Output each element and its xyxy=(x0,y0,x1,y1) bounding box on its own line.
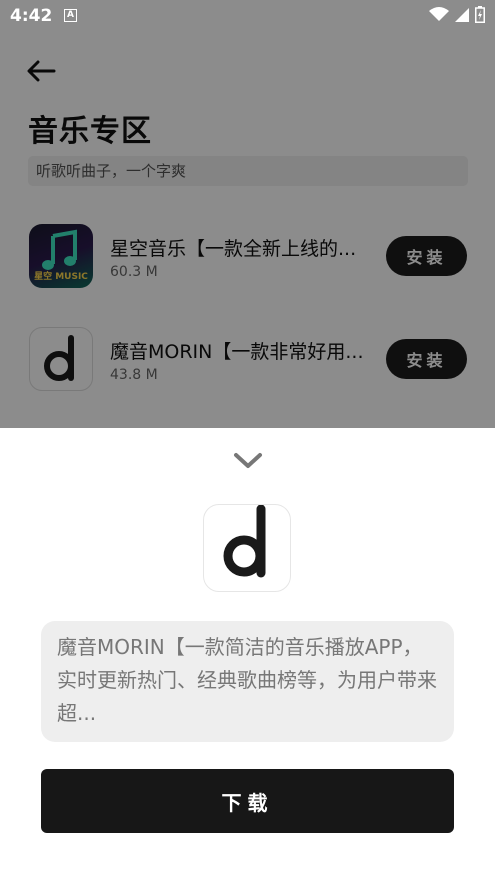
battery-icon xyxy=(475,6,485,23)
download-button[interactable]: 下载 xyxy=(41,769,454,833)
wifi-icon xyxy=(429,7,449,21)
modal-backdrop[interactable] xyxy=(0,0,495,430)
app-description: 魔音MORIN【一款简洁的音乐播放APP，实时更新热门、经典歌曲榜等，为用户带来… xyxy=(41,621,454,742)
morin-logo-icon xyxy=(223,505,266,578)
status-time: 4:42 xyxy=(10,6,53,26)
chevron-down-icon[interactable] xyxy=(232,450,264,472)
signal-icon xyxy=(455,7,469,22)
notification-a-icon: A xyxy=(64,9,77,22)
app-detail-sheet: 魔音MORIN【一款简洁的音乐播放APP，实时更新热门、经典歌曲榜等，为用户带来… xyxy=(0,428,495,880)
morin-app-icon xyxy=(203,504,291,592)
status-bar: 4:42 A xyxy=(0,0,495,34)
